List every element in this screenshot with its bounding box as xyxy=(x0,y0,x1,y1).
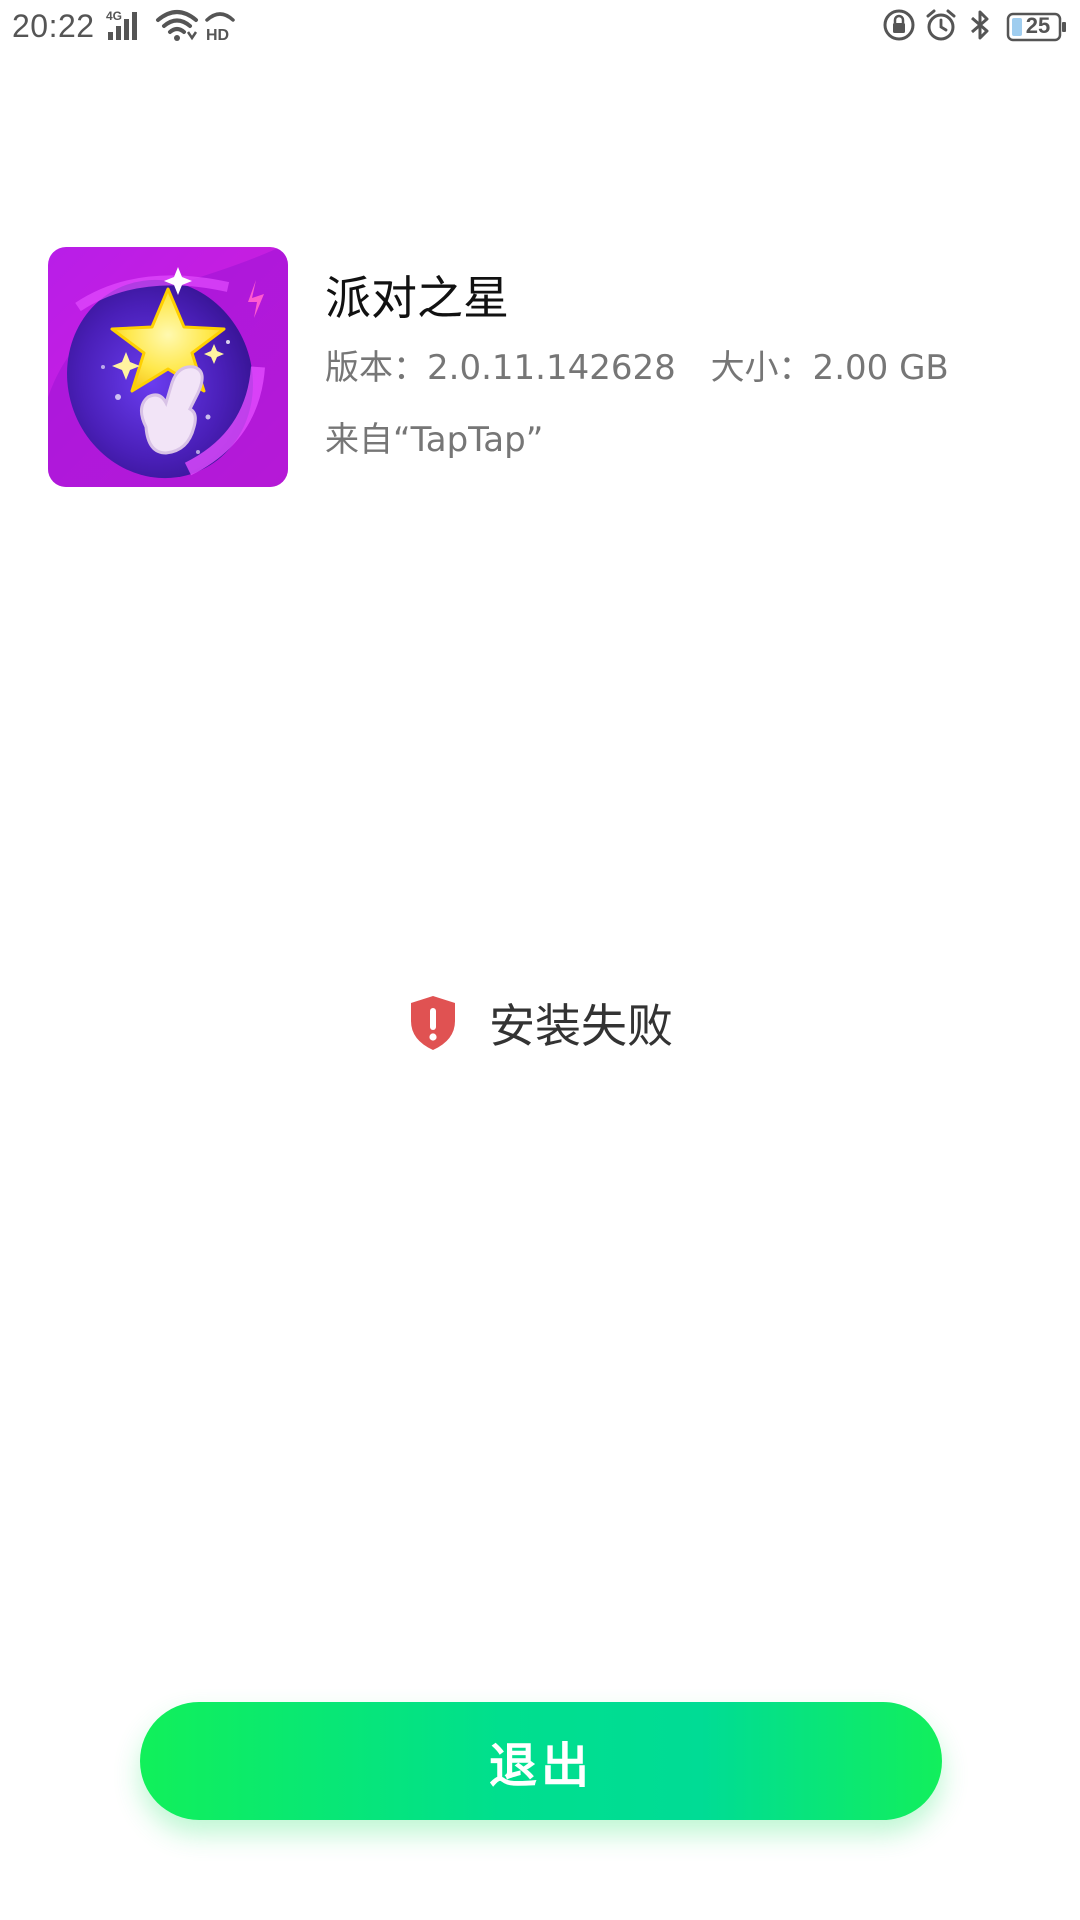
app-size: 大小：2.00 GB xyxy=(710,348,949,388)
alarm-icon xyxy=(926,9,956,41)
exit-button-label: 退出 xyxy=(488,1738,593,1794)
app-version: 版本：2.0.11.142628 xyxy=(325,348,676,388)
app-source: 来自“TapTap” xyxy=(325,420,544,460)
exit-button[interactable]: 退出 xyxy=(140,1702,942,1820)
install-status: 安装失败 xyxy=(0,990,1080,1056)
battery-level-label: 25 xyxy=(1025,13,1051,38)
rotation-lock-icon xyxy=(883,9,915,41)
hd-icon: HD xyxy=(205,12,235,42)
network-type-label: 4G xyxy=(106,9,122,23)
shield-alert-icon xyxy=(411,996,455,1050)
wifi-icon xyxy=(156,10,198,41)
install-status-text: 安装失败 xyxy=(489,999,673,1053)
status-bar: 20:22 4G HD 25 xyxy=(0,0,1080,56)
signal-icon: 4G xyxy=(106,9,137,40)
hd-label: HD xyxy=(206,27,229,42)
app-name: 派对之星 xyxy=(325,271,509,325)
app-meta: 版本：2.0.11.142628 大小：2.00 GB xyxy=(325,340,949,389)
bluetooth-icon xyxy=(971,10,989,40)
install-failed-screen: 20:22 4G HD 25 派对之星 版本：2.0.11.142628 大小：… xyxy=(0,0,1080,1920)
status-time: 20:22 xyxy=(12,8,95,44)
party-star-app-icon xyxy=(48,247,288,487)
